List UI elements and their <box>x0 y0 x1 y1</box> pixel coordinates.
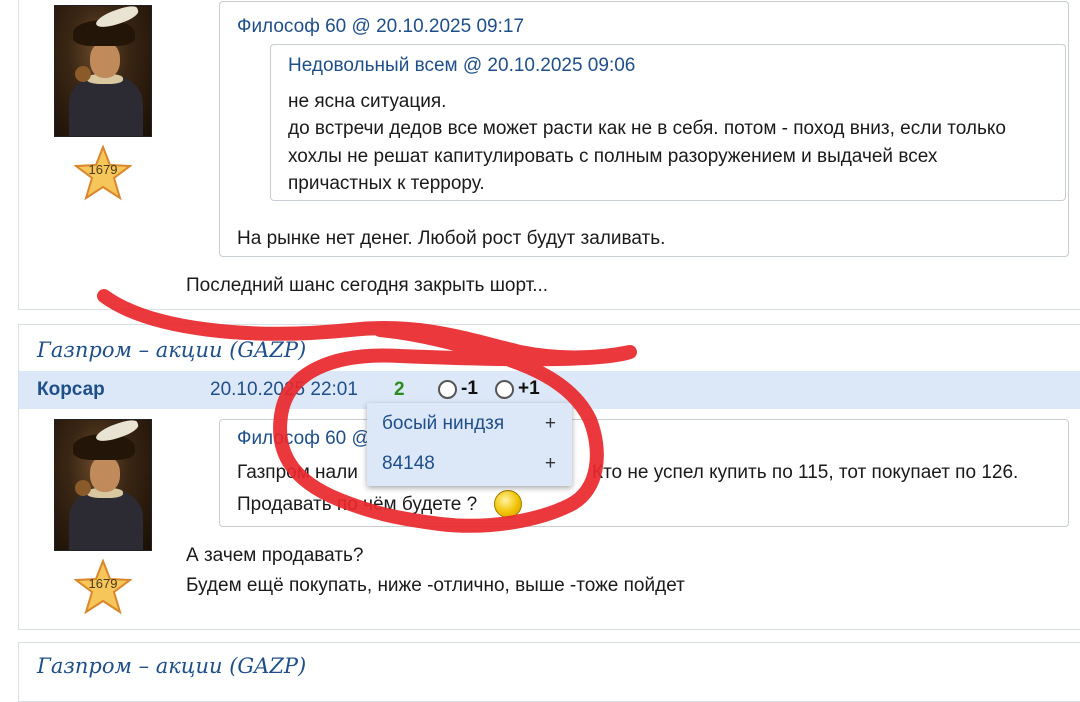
vote-down-radio[interactable]: -1 <box>438 378 478 400</box>
voters-dropdown: босый ниндзя + 84148 + <box>367 403 572 486</box>
nested-quote-line: причастных к террору. <box>288 173 485 194</box>
forum-post: 1679 Философ 60 @ 20.10.2025 09:17 Недов… <box>18 0 1080 310</box>
forum-post: Газпром – акции (GAZP) <box>18 642 1080 702</box>
quote-author[interactable]: Философ 60 @ <box>237 428 371 450</box>
radio-icon[interactable] <box>495 379 514 399</box>
post-rating[interactable]: 2 <box>394 379 405 401</box>
vote-up-label: +1 <box>518 378 540 399</box>
post-body-line: А зачем продавать? <box>186 545 364 566</box>
star-rating-value: 1679 <box>88 576 118 591</box>
quote-author[interactable]: Философ 60 @ 20.10.2025 09:17 <box>237 16 524 38</box>
quote-block: Философ 60 @ Газпром нали Кто не успел к… <box>219 419 1069 527</box>
author-name[interactable]: Корсар <box>37 379 105 401</box>
user-avatar[interactable] <box>54 419 152 551</box>
topic-link[interactable]: Газпром – акции (GAZP) <box>37 338 306 362</box>
quote-text-left: Газпром нали <box>237 462 358 483</box>
voter-plus: + <box>544 453 556 474</box>
topic-link[interactable]: Газпром – акции (GAZP) <box>37 654 306 678</box>
quote-block: Философ 60 @ 20.10.2025 09:17 Недовольны… <box>219 1 1069 257</box>
post-body-line: Будем ещё покупать, ниже -отлично, выше … <box>186 575 685 596</box>
thinking-smiley-icon <box>494 490 522 518</box>
quote-text-right: Кто не успел купить по 115, тот покупает… <box>592 462 1019 483</box>
nested-quote-author[interactable]: Недовольный всем @ 20.10.2025 09:06 <box>288 55 635 77</box>
voter-plus: + <box>544 413 556 434</box>
nested-quote-line: до встречи дедов все может расти как не … <box>288 118 1006 139</box>
voter-item[interactable]: 84148 + <box>382 453 560 483</box>
user-avatar[interactable] <box>54 5 152 137</box>
star-rating-icon: 1679 <box>74 559 132 615</box>
voter-name[interactable]: босый ниндзя <box>382 413 504 434</box>
quote-text: На рынке нет денег. Любой рост будут зал… <box>237 228 666 249</box>
radio-icon[interactable] <box>438 379 457 399</box>
voter-name[interactable]: 84148 <box>382 453 435 474</box>
star-rating-value: 1679 <box>88 162 118 177</box>
nested-quote-block: Недовольный всем @ 20.10.2025 09:06 не я… <box>270 44 1066 201</box>
nested-quote-line: не ясна ситуация. <box>288 91 447 112</box>
voter-item[interactable]: босый ниндзя + <box>382 413 560 443</box>
quote-text: Продавать по чём будете ? <box>237 494 478 515</box>
star-rating-icon: 1679 <box>74 145 132 201</box>
post-date[interactable]: 20.10.2025 22:01 <box>210 379 358 401</box>
nested-quote-line: хохлы не решат капитулировать с полным р… <box>288 146 938 167</box>
vote-up-radio[interactable]: +1 <box>495 378 540 400</box>
post-body: Последний шанс сегодня закрыть шорт... <box>186 275 549 296</box>
vote-down-label: -1 <box>461 378 478 399</box>
